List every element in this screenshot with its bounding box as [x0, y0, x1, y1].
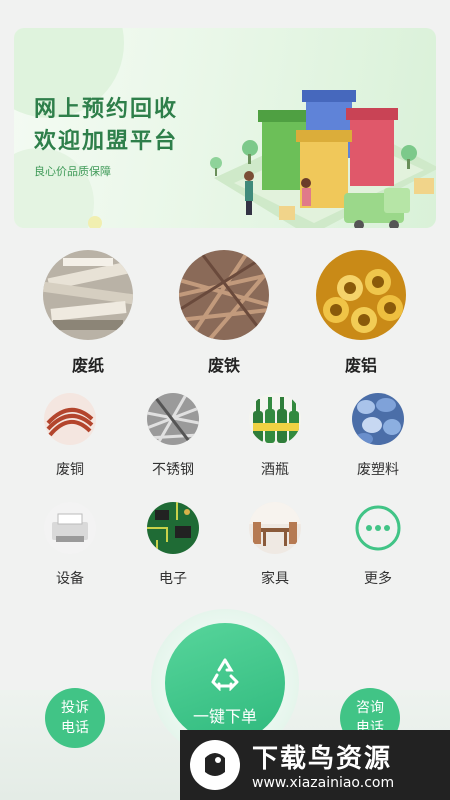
watermark-badge: 下载鸟资源 www.xiazainiao.com [180, 730, 450, 800]
category-row-2: 设备 电子 家具 更多 [0, 502, 450, 592]
category-plastic[interactable]: 废塑料 [333, 393, 423, 479]
banner-decoration [14, 148, 94, 228]
recycling-bins-illustration [210, 90, 436, 228]
one-click-order-button[interactable]: 一键下单 [165, 623, 285, 743]
printer-photo [44, 502, 96, 554]
category-label: 更多 [364, 571, 392, 587]
recycle-icon [211, 658, 239, 691]
banner-title-line2: 欢迎加盟平台 [34, 129, 179, 154]
category-stainless-steel[interactable]: 不锈钢 [128, 393, 218, 479]
consult-label-line1: 咨询 [356, 700, 384, 716]
complaint-label-line1: 投诉 [61, 700, 89, 716]
stainless-steel-photo [147, 393, 199, 445]
category-equipment[interactable]: 设备 [25, 502, 115, 588]
category-label: 废铜 [56, 462, 84, 478]
banner-decoration [88, 216, 102, 228]
watermark-title: 下载鸟资源 [252, 744, 393, 774]
category-label: 家具 [261, 571, 289, 587]
category-label: 设备 [56, 571, 84, 587]
waste-paper-photo [43, 250, 133, 340]
banner-subtitle: 良心价品质保障 [34, 165, 111, 178]
watermark-url: www.xiazainiao.com [252, 775, 395, 791]
category-copper[interactable]: 废铜 [25, 393, 115, 479]
banner-title-line1: 网上预约回收 [34, 97, 179, 122]
category-row-1: 废铜 不锈钢 酒瓶 废塑料 [0, 393, 450, 483]
complaint-label-line2: 电话 [61, 720, 89, 736]
category-label: 废铁 [207, 356, 240, 375]
category-furniture[interactable]: 家具 [230, 502, 320, 588]
category-more[interactable]: 更多 [333, 502, 423, 588]
category-label: 酒瓶 [261, 462, 289, 478]
category-waste-paper[interactable]: 废纸 [38, 250, 138, 376]
banner-title: 网上预约回收 欢迎加盟平台 [34, 94, 178, 158]
plastic-bottles-photo [352, 393, 404, 445]
category-label: 不锈钢 [152, 462, 194, 478]
scrap-aluminum-photo [316, 250, 406, 340]
more-dots-icon [352, 502, 404, 554]
bird-logo-icon [190, 740, 240, 790]
category-scrap-iron[interactable]: 废铁 [174, 250, 274, 376]
category-label: 电子 [159, 571, 187, 587]
circuit-board-photo [147, 502, 199, 554]
furniture-photo [249, 502, 301, 554]
category-electronics[interactable]: 电子 [128, 502, 218, 588]
complaint-phone-button[interactable]: 投诉 电话 [45, 688, 105, 748]
copper-wire-photo [44, 393, 96, 445]
category-scrap-aluminum[interactable]: 废铝 [311, 250, 411, 376]
category-bottles[interactable]: 酒瓶 [230, 393, 320, 479]
order-button-label: 一键下单 [192, 707, 257, 726]
category-label: 废纸 [71, 356, 104, 375]
category-label: 废铝 [344, 356, 377, 375]
scrap-iron-photo [179, 250, 269, 340]
beer-bottles-photo [249, 393, 301, 445]
category-label: 废塑料 [357, 462, 399, 478]
featured-categories: 废纸 废铁 废铝 [0, 250, 450, 380]
promo-banner[interactable]: 网上预约回收 欢迎加盟平台 良心价品质保障 [14, 28, 436, 228]
